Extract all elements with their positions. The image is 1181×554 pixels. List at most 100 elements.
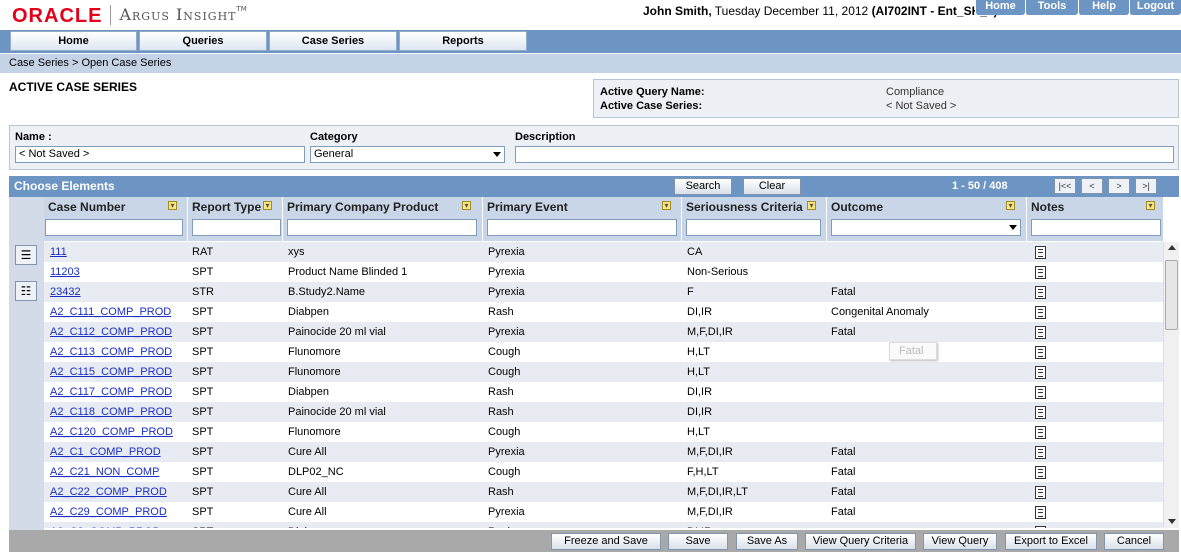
open-case-icon[interactable]: ☷: [15, 281, 37, 301]
case-number-link[interactable]: A2_C22_COMP_PROD: [50, 486, 167, 498]
notes-icon[interactable]: [1035, 286, 1046, 299]
filter-input[interactable]: [1031, 219, 1161, 236]
table-row[interactable]: 111 RAT xys Pyrexia CA: [44, 242, 1163, 262]
notes-icon[interactable]: [1035, 366, 1046, 379]
notes-icon[interactable]: [1035, 386, 1046, 399]
sort-icon[interactable]: ▾: [662, 201, 671, 210]
scroll-down-icon[interactable]: [1168, 519, 1176, 524]
case-number-link[interactable]: A2_C29_COMP_PROD: [50, 506, 167, 518]
sort-icon[interactable]: ▾: [462, 201, 471, 210]
select-list-icon[interactable]: ☰: [15, 245, 37, 265]
nav-tab-case-series[interactable]: Case Series: [269, 31, 397, 51]
column-report-type[interactable]: Report Type ▾: [188, 197, 283, 241]
top-link-help[interactable]: Help: [1078, 0, 1129, 15]
filter-input[interactable]: [45, 219, 183, 236]
filter-input[interactable]: [192, 219, 281, 236]
notes-icon[interactable]: [1035, 406, 1046, 419]
table-row[interactable]: A2_C1_COMP_PROD SPT Cure All Pyrexia M,F,DI,…: [44, 442, 1163, 462]
case-number-link[interactable]: A2_C111_COMP_PROD: [50, 306, 171, 318]
view-query-button[interactable]: View Query: [923, 533, 997, 550]
export-to-excel-button[interactable]: Export to Excel: [1005, 533, 1097, 550]
prev-page-button[interactable]: <: [1081, 178, 1103, 194]
seriousness-cell: CA: [687, 246, 703, 258]
case-number-link[interactable]: A2_C117_COMP_PROD: [50, 386, 172, 398]
notes-icon[interactable]: [1035, 306, 1046, 319]
top-link-home[interactable]: Home: [975, 0, 1025, 15]
name-field[interactable]: < Not Saved >: [15, 146, 305, 163]
notes-icon[interactable]: [1035, 346, 1046, 359]
notes-icon[interactable]: [1035, 466, 1046, 479]
case-number-link[interactable]: 23432: [50, 286, 81, 298]
notes-icon[interactable]: [1035, 526, 1046, 528]
case-number-link[interactable]: 111: [50, 246, 67, 258]
top-link-logout[interactable]: Logout: [1129, 0, 1181, 15]
table-row[interactable]: A2_C118_COMP_PROD SPT Painocide 20 ml vial…: [44, 402, 1163, 422]
case-number-link[interactable]: A2_C113_COMP_PROD: [50, 346, 172, 358]
table-row[interactable]: A2_C120_COMP_PROD SPT Flunomore Cough H,LT: [44, 422, 1163, 442]
table-row[interactable]: A2_C3_COMP_PROD SPT Diabpen Rash DI,IR: [44, 522, 1163, 528]
case-number-link[interactable]: A2_C112_COMP_PROD: [50, 326, 172, 338]
nav-tab-home[interactable]: Home: [10, 31, 137, 51]
column-primary-company-product[interactable]: Primary Company Product ▾: [283, 197, 483, 241]
grid-vertical-scrollbar[interactable]: [1163, 242, 1179, 528]
column-outcome[interactable]: Outcome ▾: [827, 197, 1027, 241]
notes-icon[interactable]: [1035, 486, 1046, 499]
column-label: Seriousness Criteria: [686, 200, 803, 214]
filter-input[interactable]: [487, 219, 677, 236]
view-query-criteria-button[interactable]: View Query Criteria: [805, 533, 916, 550]
table-row[interactable]: A2_C113_COMP_PROD SPT Flunomore Cough H,LT: [44, 342, 1163, 362]
table-row[interactable]: A2_C112_COMP_PROD SPT Painocide 20 ml vial…: [44, 322, 1163, 342]
table-row[interactable]: A2_C117_COMP_PROD SPT Diabpen Rash DI,IR: [44, 382, 1163, 402]
description-field[interactable]: [515, 146, 1174, 163]
case-number-link[interactable]: A2_C3_COMP_PROD: [50, 526, 161, 528]
cancel-button[interactable]: Cancel: [1104, 533, 1164, 550]
scroll-up-icon[interactable]: [1168, 245, 1176, 250]
notes-icon[interactable]: [1035, 506, 1046, 519]
sort-icon[interactable]: ▾: [807, 201, 816, 210]
notes-icon[interactable]: [1035, 266, 1046, 279]
next-page-button[interactable]: >: [1108, 178, 1130, 194]
nav-tab-reports[interactable]: Reports: [399, 31, 527, 51]
notes-icon[interactable]: [1035, 246, 1046, 259]
first-page-button[interactable]: |<<: [1054, 178, 1076, 194]
table-row[interactable]: A2_C111_COMP_PROD SPT Diabpen Rash DI,IR Cong…: [44, 302, 1163, 322]
last-page-button[interactable]: >|: [1135, 178, 1157, 194]
table-row[interactable]: A2_C21_NON_COMP SPT DLP02_NC Cough F,H,LT Fat…: [44, 462, 1163, 482]
freeze-and-save-button[interactable]: Freeze and Save: [551, 533, 661, 550]
notes-icon[interactable]: [1035, 326, 1046, 339]
column-primary-event[interactable]: Primary Event ▾: [483, 197, 682, 241]
case-number-link[interactable]: A2_C118_COMP_PROD: [50, 406, 172, 418]
filter-input[interactable]: [287, 219, 477, 236]
table-row[interactable]: 23432 STR B.Study2.Name Pyrexia F Fatal: [44, 282, 1163, 302]
table-row[interactable]: A2_C29_COMP_PROD SPT Cure All Pyrexia M,F,DI…: [44, 502, 1163, 522]
table-row[interactable]: A2_C22_COMP_PROD SPT Cure All Rash M,F,DI,IR…: [44, 482, 1163, 502]
category-select[interactable]: General: [310, 146, 505, 163]
sort-icon[interactable]: ▾: [1146, 201, 1155, 210]
column-case-number[interactable]: Case Number ▾: [44, 197, 188, 241]
sort-icon[interactable]: ▾: [1006, 201, 1015, 210]
case-number-link[interactable]: A2_C21_NON_COMP: [50, 466, 159, 478]
notes-icon[interactable]: [1035, 446, 1046, 459]
top-link-tools[interactable]: Tools: [1025, 0, 1078, 15]
nav-tab-queries[interactable]: Queries: [139, 31, 267, 51]
column-notes[interactable]: Notes ▾: [1027, 197, 1163, 241]
case-number-link[interactable]: A2_C120_COMP_PROD: [50, 426, 173, 438]
search-button[interactable]: Search: [674, 178, 732, 195]
save-button[interactable]: Save: [668, 533, 728, 550]
filter-select[interactable]: [831, 219, 1021, 236]
save-as-button[interactable]: Save As: [736, 533, 798, 550]
product-cell: Cure All: [288, 446, 327, 458]
column-seriousness-criteria[interactable]: Seriousness Criteria ▾: [682, 197, 827, 241]
filter-input[interactable]: [686, 219, 821, 236]
case-number-link[interactable]: A2_C115_COMP_PROD: [50, 366, 172, 378]
sort-icon[interactable]: ▾: [168, 201, 177, 210]
case-number-link[interactable]: 11203: [50, 266, 80, 278]
table-row[interactable]: 11203 SPT Product Name Blinded 1 Pyrexia Non…: [44, 262, 1163, 282]
sort-icon[interactable]: ▾: [263, 201, 272, 210]
scroll-thumb[interactable]: [1165, 260, 1178, 330]
case-number-link[interactable]: A2_C1_COMP_PROD: [50, 446, 161, 458]
table-row[interactable]: A2_C115_COMP_PROD SPT Flunomore Cough H,LT: [44, 362, 1163, 382]
grid-title: Choose Elements: [14, 179, 115, 193]
notes-icon[interactable]: [1035, 426, 1046, 439]
clear-button[interactable]: Clear: [743, 178, 801, 195]
